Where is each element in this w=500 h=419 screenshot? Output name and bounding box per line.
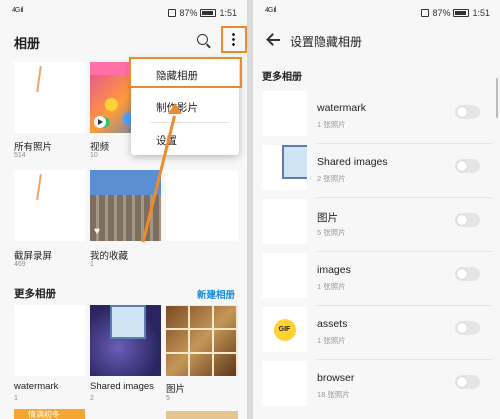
new-album-link[interactable]: 新建相册 [197, 287, 235, 301]
album-name: 图片 [317, 212, 338, 224]
album-thumbnail [262, 91, 307, 136]
battery-percent: 87% [179, 8, 198, 18]
status-bar: 4G ıll 87% 1:51 [0, 0, 247, 24]
more-vertical-icon [232, 32, 235, 46]
more-albums-heading: 更多相册 [262, 72, 302, 83]
search-icon[interactable] [197, 34, 208, 45]
hide-toggle[interactable] [455, 321, 480, 335]
album-name: images [317, 264, 351, 276]
album-screen: 4G ıll 87% 1:51 相册 所有照片 514 视频 10 截屏录屏 4… [0, 0, 247, 419]
album-tile-partial[interactable] [166, 411, 238, 419]
vibrate-icon [421, 9, 430, 17]
album-name: Shared images [317, 156, 388, 168]
album-label: 所有照片 [14, 142, 53, 153]
play-icon [94, 116, 106, 128]
album-name: assets [317, 318, 348, 330]
battery-icon [200, 9, 217, 17]
page-title: 设置隐藏相册 [290, 35, 363, 49]
vibrate-icon [168, 9, 177, 17]
hide-toggle[interactable] [455, 213, 480, 227]
album-count: 5 [166, 395, 170, 402]
hide-toggle[interactable] [455, 375, 480, 389]
album-thumbnail: GIF [262, 307, 307, 352]
signal-indicator: 4G ıll [12, 7, 23, 14]
album-thumbnail [262, 361, 307, 406]
list-item[interactable]: watermark 1 张照片 [262, 91, 492, 144]
album-count: 5 张照片 [317, 228, 346, 237]
album-name: watermark [317, 102, 367, 114]
more-options-button[interactable] [221, 26, 247, 53]
album-thumbnail [262, 145, 307, 190]
annotation-arrowhead [168, 103, 182, 114]
album-count: 1 [90, 261, 94, 268]
album-tile-all-photos[interactable] [14, 62, 85, 133]
hide-toggle[interactable] [455, 159, 480, 173]
list-item[interactable]: 图片 5 张照片 [262, 199, 492, 252]
album-count: 469 [14, 261, 26, 268]
status-bar: 4G ıll 87% 1:51 [253, 0, 500, 24]
hidden-albums-screen: 4G ıll 87% 1:51 设置隐藏相册 更多相册 watermark 1 … [253, 0, 500, 419]
album-count: 2 张照片 [317, 174, 346, 183]
album-count: 1 张照片 [317, 120, 346, 129]
album-thumbnail [262, 253, 307, 298]
hide-toggle[interactable] [455, 267, 480, 281]
signal-indicator: 4G ıll [265, 7, 276, 14]
album-tile-watermark[interactable] [14, 305, 85, 376]
album-label: 视频 [90, 142, 110, 153]
page-title: 相册 [14, 36, 41, 51]
gif-icon: GIF [273, 318, 296, 341]
album-tile-pictures[interactable] [166, 305, 238, 376]
album-count: 2 [90, 395, 94, 402]
list-item[interactable]: GIF assets 1 张照片 [262, 307, 492, 360]
album-count: 1 张照片 [317, 336, 346, 345]
album-label: Shared images [90, 381, 154, 392]
list-item[interactable]: images 1 张照片 [262, 253, 492, 306]
album-tile-partial[interactable] [166, 170, 238, 241]
album-count: 1 [14, 395, 18, 402]
album-name: browser [317, 372, 355, 384]
album-tile-shared-images[interactable] [90, 305, 161, 376]
album-count: 1 张照片 [317, 282, 346, 291]
clock: 1:51 [472, 8, 490, 18]
album-label: 图片 [166, 384, 186, 395]
overflow-menu: 隐藏相册 制作影片 设置 [129, 57, 242, 155]
album-label: 我的收藏 [90, 251, 129, 262]
heart-icon: ♥ [94, 226, 100, 237]
menu-item-hidden-albums[interactable]: 隐藏相册 [156, 68, 198, 83]
back-arrow-icon[interactable] [266, 34, 280, 46]
scrollbar[interactable] [496, 78, 498, 118]
more-albums-heading: 更多相册 [14, 288, 56, 300]
album-count: 514 [14, 152, 26, 159]
clock: 1:51 [219, 8, 237, 18]
album-tile-partial[interactable]: 情满初冬 [14, 409, 85, 419]
album-label: 截屏录屏 [14, 251, 53, 262]
battery-icon [453, 9, 470, 17]
album-count: 18 张照片 [317, 390, 350, 399]
album-thumbnail [262, 199, 307, 244]
battery-percent: 87% [432, 8, 451, 18]
list-item[interactable]: Shared images 2 张照片 [262, 145, 492, 198]
album-count: 10 [90, 152, 98, 159]
list-item[interactable]: browser 18 张照片 [262, 361, 492, 414]
album-label: watermark [14, 381, 59, 392]
album-tile-screenshots[interactable] [14, 170, 85, 241]
hide-toggle[interactable] [455, 105, 480, 119]
